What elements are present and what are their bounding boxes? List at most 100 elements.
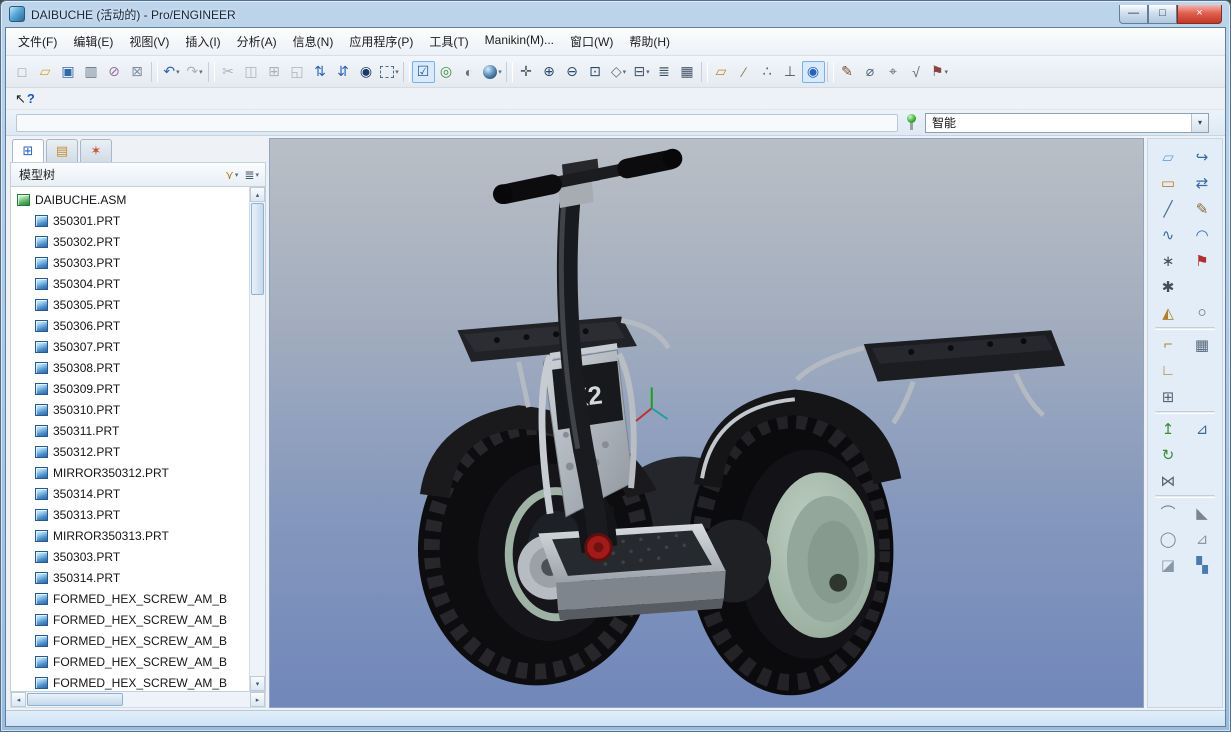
zoom-out-icon[interactable]: ⊖ xyxy=(561,61,584,83)
regenerate-icon[interactable]: ⇅ xyxy=(309,61,332,83)
tree-item[interactable]: 350308.PRT xyxy=(11,357,249,378)
graphics-area[interactable]: X2 xyxy=(269,138,1144,708)
pattern-tool-icon[interactable]: ▚ xyxy=(1189,553,1215,576)
menu-item[interactable]: 帮助(H) xyxy=(621,30,678,53)
save-icon[interactable]: ▣ xyxy=(57,61,80,83)
vertical-scroll-thumb[interactable] xyxy=(251,203,264,295)
tree-item[interactable]: FORMED_HEX_SCREW_AM_B xyxy=(11,609,249,630)
scroll-right-icon[interactable]: ▸ xyxy=(250,692,265,707)
spin-pan-icon[interactable]: ✛ xyxy=(515,61,538,83)
tree-item[interactable]: FORMED_HEX_SCREW_AM_B xyxy=(11,651,249,672)
redo-icon[interactable]: ↷ ▾ xyxy=(183,61,206,83)
toolbar-icon[interactable] xyxy=(403,61,410,82)
cut-icon[interactable]: ✂ xyxy=(217,61,240,83)
datum-csys-toggle-icon[interactable]: ⊥ xyxy=(779,61,802,83)
tree-item[interactable]: 350314.PRT xyxy=(11,567,249,588)
tree-item[interactable]: 350306.PRT xyxy=(11,315,249,336)
feature-tool-icon[interactable] xyxy=(1155,495,1215,498)
axis-point-icon[interactable]: ✱ xyxy=(1155,275,1181,298)
show-filter-dropdown[interactable]: ⋎ ▾ xyxy=(225,168,238,182)
tree-item[interactable]: FORMED_HEX_SCREW_AM_B xyxy=(11,672,249,691)
combo-dropdown-icon[interactable]: ▾ xyxy=(1191,113,1208,132)
tree-item[interactable]: MIRROR350313.PRT xyxy=(11,525,249,546)
menu-item[interactable]: 视图(V) xyxy=(121,30,177,53)
open-icon[interactable]: ▱ xyxy=(34,61,57,83)
tree-vertical-scrollbar[interactable]: ▴ ▾ xyxy=(249,187,265,691)
scroll-down-icon[interactable]: ▾ xyxy=(250,676,265,691)
tree-item[interactable]: 350305.PRT xyxy=(11,294,249,315)
horizontal-scroll-thumb[interactable] xyxy=(27,693,123,706)
favorites-tab[interactable]: ✶ xyxy=(80,139,112,162)
sketch-region-icon[interactable]: ▱ xyxy=(1155,145,1181,168)
menu-item[interactable]: 应用程序(P) xyxy=(341,30,421,53)
folder-browser-tab[interactable]: ▤ xyxy=(46,139,78,162)
grid-tool-icon[interactable]: ▦ xyxy=(1189,333,1215,356)
tree-item[interactable]: 350311.PRT xyxy=(11,420,249,441)
context-help-icon[interactable]: ↖? xyxy=(15,91,35,107)
annotation-gtol-icon[interactable]: ⌖ xyxy=(882,61,905,83)
style-tool-icon[interactable]: ↪ xyxy=(1189,145,1215,168)
tree-item[interactable]: DAIBUCHE.ASM xyxy=(11,189,249,210)
tree-item[interactable]: 350310.PRT xyxy=(11,399,249,420)
selection-filter-combo[interactable]: 智能 ▾ xyxy=(925,112,1209,133)
tree-item[interactable]: 350304.PRT xyxy=(11,273,249,294)
saved-views-icon[interactable]: ⊟ ▾ xyxy=(630,61,653,83)
title-bar[interactable]: DAIBUCHE (活动的) - Pro/ENGINEER — □ × xyxy=(5,1,1226,27)
new-file-icon[interactable]: □ xyxy=(11,61,34,83)
toolbar-icon[interactable] xyxy=(151,61,158,82)
tree-item[interactable]: 350302.PRT xyxy=(11,231,249,252)
scroll-left-icon[interactable]: ◂ xyxy=(11,692,26,707)
tree-item[interactable]: 350307.PRT xyxy=(11,336,249,357)
orient-icon[interactable]: ◇ ▾ xyxy=(607,61,630,83)
round-tool-icon[interactable]: ⌒ xyxy=(1155,501,1181,524)
tree-item[interactable]: 350314.PRT xyxy=(11,483,249,504)
appearance-icon[interactable]: ◐ xyxy=(458,61,481,83)
toolbar-icon[interactable] xyxy=(701,61,708,82)
annotation-note-icon[interactable]: ✎ xyxy=(836,61,859,83)
layers-icon[interactable]: ≣ xyxy=(653,61,676,83)
menu-item[interactable]: 编辑(E) xyxy=(65,30,121,53)
close-button[interactable]: × xyxy=(1177,4,1222,24)
paste-special-icon[interactable]: ◱ xyxy=(286,61,309,83)
mirror-tool-icon[interactable]: ⋈ xyxy=(1155,469,1181,492)
datum-plane-icon[interactable]: ▭ xyxy=(1155,171,1181,194)
print-icon[interactable]: ▥ xyxy=(80,61,103,83)
regenerate-manager-icon[interactable]: ⇵ xyxy=(332,61,355,83)
shell-tool-icon[interactable]: ◯ xyxy=(1155,527,1181,550)
swap-tool-icon[interactable]: ⇄ xyxy=(1189,171,1215,194)
minimize-button[interactable]: — xyxy=(1119,4,1148,24)
tree-item[interactable]: 350313.PRT xyxy=(11,504,249,525)
select-rectangle-icon[interactable]: ▾ xyxy=(378,61,401,83)
view-manager-icon[interactable]: ▦ xyxy=(676,61,699,83)
tree-item[interactable]: FORMED_HEX_SCREW_AM_B xyxy=(11,630,249,651)
menu-item[interactable]: 信息(N) xyxy=(285,30,342,53)
delete-old-versions-icon[interactable]: ⊠ xyxy=(126,61,149,83)
spin-center-toggle-icon[interactable]: ◉ xyxy=(802,60,825,83)
extrude-tool-icon[interactable]: ↥ xyxy=(1155,417,1181,440)
chamfer-tool-icon[interactable]: ◣ xyxy=(1189,501,1215,524)
draft-tool-icon[interactable]: ⊿ xyxy=(1189,527,1215,550)
copy-geometry-icon[interactable]: ⊞ xyxy=(1155,385,1181,408)
paste-icon[interactable]: ⊞ xyxy=(263,61,286,83)
copy-icon[interactable]: ◫ xyxy=(240,61,263,83)
datum-points-toggle-icon[interactable]: ∴ xyxy=(756,61,779,83)
vertical-scroll-track[interactable] xyxy=(250,296,265,676)
sketch-view-icon[interactable]: ⊿ xyxy=(1189,417,1215,440)
use-edge-icon[interactable]: ⌐ xyxy=(1155,333,1181,356)
model-tree-tab[interactable]: ⊞ xyxy=(12,139,44,162)
line-tool-icon[interactable]: ╱ xyxy=(1155,197,1181,220)
erase-display-icon[interactable]: ⊘ xyxy=(103,61,126,83)
menu-item[interactable]: 文件(F) xyxy=(10,30,65,53)
balloon-tool-icon[interactable]: ○ xyxy=(1189,301,1215,324)
menu-item[interactable]: Manikin(M)... xyxy=(477,30,562,53)
select-items-icon[interactable]: ☑ xyxy=(412,60,435,83)
datum-planes-toggle-icon[interactable]: ▱ xyxy=(710,61,733,83)
revolve-tool-icon[interactable]: ↻ xyxy=(1155,443,1181,466)
tree-item[interactable]: MIRROR350312.PRT xyxy=(11,462,249,483)
point-tool-icon[interactable]: ∗ xyxy=(1155,249,1181,272)
datum-axes-toggle-icon[interactable]: ∕ xyxy=(733,61,756,83)
hatch-tool-icon[interactable]: ◭ xyxy=(1155,301,1181,324)
menu-item[interactable]: 工具(T) xyxy=(421,30,476,53)
settings-dropdown[interactable]: ≣ ▾ xyxy=(244,168,259,182)
feature-tool-icon[interactable] xyxy=(1155,327,1215,330)
